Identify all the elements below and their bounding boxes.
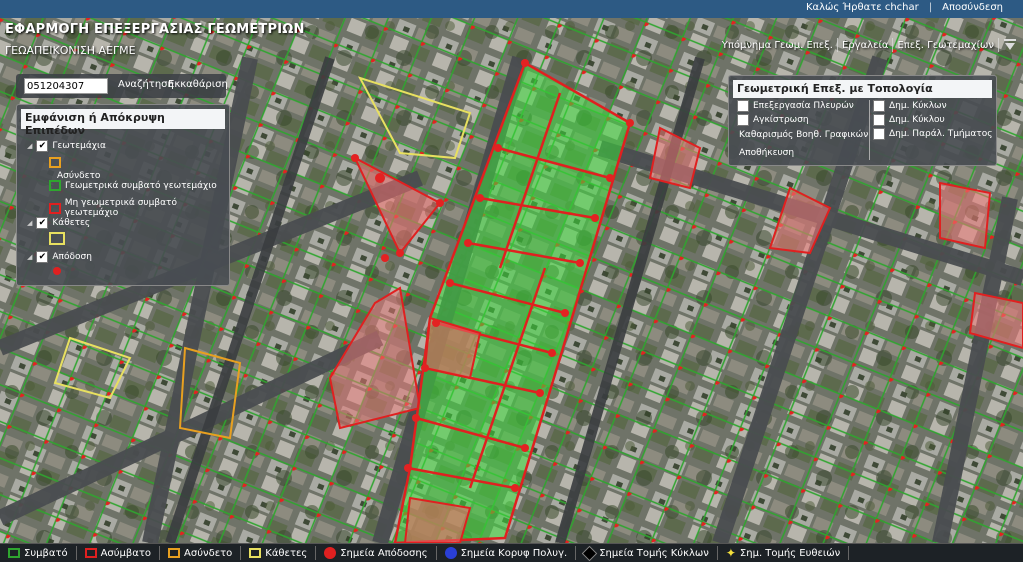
option-label: Επεξεργασία Πλευρών (753, 101, 854, 111)
layer-checkbox[interactable]: ✔ (36, 140, 49, 152)
top-bar: Καλώς Ήρθατε chchar | Αποσύνδεση (0, 0, 1023, 19)
option-label: Καθαρισμός Βοηθ. Γραφικών (739, 130, 869, 140)
menu-legend[interactable]: Υπόμνημα Γεωμ. Επεξ. (722, 40, 833, 51)
red-dot-icon (324, 547, 337, 559)
panel-divider (869, 100, 870, 160)
snapping-checkbox[interactable] (737, 114, 749, 126)
legend-label: Ασύνδετο (184, 547, 233, 559)
edit-edges-checkbox[interactable] (737, 100, 749, 112)
yellow-box-icon (249, 548, 262, 558)
sublayer-incompatible: Μη γεωμετρικά συμβατό γεωτεμάχιο (49, 198, 229, 218)
menu-separator (836, 38, 838, 52)
layer-group-label: Κάθετες (52, 218, 91, 228)
legend-line-intersections: ✦ Σημ. Τομής Ευθειών (718, 546, 850, 560)
topology-panel: Γεωμετρική Επεξ. με Τοπολογία Επεξεργασί… (728, 75, 997, 166)
snapping-option[interactable]: Αγκίστρωση (737, 114, 809, 126)
blue-dot-icon (444, 547, 457, 559)
legend-bar: Συμβατό Ασύμβατο Ασύνδετο Κάθετες Σημεία… (0, 543, 1023, 562)
legend-label: Κάθετες (265, 547, 308, 559)
legend-label: Σημεία Κορυφ Πολυγ. (460, 547, 568, 559)
clear-graphics-button[interactable]: Καθαρισμός Βοηθ. Γραφικών (739, 130, 868, 140)
layer-checkbox[interactable]: ✔ (36, 217, 49, 229)
option-label: Δημ. Κύκλου (889, 115, 945, 125)
option-label: Δημ. Παράλ. Τμήματος (889, 129, 993, 139)
dropdown-arrow-icon[interactable] (1003, 38, 1017, 52)
legend-vertex-points: Σημεία Κορυφ Πολυγ. (437, 546, 577, 560)
create-parallel-checkbox[interactable] (873, 128, 885, 140)
layer-group-verticals[interactable]: ◢ ✔ Κάθετες (27, 217, 90, 229)
layer-group-label: Απόδοση (52, 252, 92, 262)
layers-panel-title: Εμφάνιση ή Απόκρυψη Επιπέδων (21, 109, 225, 137)
layer-checkbox[interactable]: ✔ (36, 251, 49, 263)
search-button[interactable]: Αναζήτηση (118, 79, 174, 90)
edit-edges-option[interactable]: Επεξεργασία Πλευρών (737, 100, 854, 112)
legend-incompatible: Ασύμβατο (77, 546, 161, 560)
app-subtitle: ΓΕΩΑΠΕΙΚΟΝΙΣΗ ΑΕΓΜΕ (5, 44, 136, 57)
legend-compatible: Συμβατό (0, 546, 77, 560)
clear-button[interactable]: Εκκαθάριση (168, 79, 228, 90)
layers-panel: Εμφάνιση ή Απόκρυψη Επιπέδων ◢ ✔ Γεωτεμά… (16, 104, 230, 286)
red-dot-icon (53, 267, 61, 275)
sublayer-verticals (49, 232, 65, 245)
create-parallel-option[interactable]: Δημ. Παράλ. Τμήματος (873, 128, 993, 140)
search-input[interactable] (24, 78, 108, 94)
sublayer-label: Μη γεωμετρικά συμβατό γεωτεμάχιο (64, 198, 177, 218)
logout-link[interactable]: Αποσύνδεση (942, 2, 1003, 13)
menu-parcel-edit[interactable]: Επεξ. Γεωτεμαχίων (897, 40, 994, 51)
sublayer-unconnected (49, 157, 61, 168)
create-circle-option[interactable]: Δημ. Κύκλου (873, 114, 945, 126)
option-label: Αγκίστρωση (753, 115, 809, 125)
legend-label: Σημεία Τομής Κύκλων (599, 547, 709, 559)
option-label: Δημ. Κύκλων (889, 101, 947, 111)
menu-tools[interactable]: Εργαλεία (842, 40, 888, 51)
save-button[interactable]: Αποθήκευση (739, 148, 794, 158)
sublayer-apodosi (53, 267, 61, 275)
main-menu: Υπόμνημα Γεωμ. Επεξ. Εργαλεία Επεξ. Γεωτ… (722, 38, 1017, 52)
star-icon: ✦ (725, 546, 736, 560)
top-separator: | (928, 2, 933, 13)
layer-group-label: Γεωτεμάχια (52, 141, 106, 151)
search-bar: Αναζήτηση Εκκαθάριση (16, 74, 228, 98)
red-parcel[interactable] (939, 181, 992, 250)
sublayer-label: Γεωμετρικά συμβατό γεωτεμάχιο (65, 180, 217, 191)
sublayer-compatible: Γεωμετρικά συμβατό γεωτεμάχιο (49, 180, 217, 191)
legend-verticals: Κάθετες (241, 546, 317, 560)
option-label: Αποθήκευση (739, 148, 795, 158)
red-box-icon (84, 548, 97, 558)
legend-unconnected: Ασύνδετο (160, 546, 242, 560)
legend-label: Σημ. Τομής Ευθειών (739, 547, 841, 559)
topology-panel-title: Γεωμετρική Επεξ. με Τοπολογία (733, 80, 992, 98)
legend-circle-intersections: Σημεία Τομής Κύκλων (576, 545, 718, 561)
legend-label: Ασύμβατο (100, 547, 152, 559)
menu-separator (998, 38, 999, 52)
collapse-triangle-icon[interactable]: ◢ (27, 219, 32, 227)
green-swatch-icon (49, 180, 61, 191)
layer-group-apodosi[interactable]: ◢ ✔ Απόδοση (27, 251, 92, 263)
collapse-triangle-icon[interactable]: ◢ (27, 142, 32, 150)
welcome-text: Καλώς Ήρθατε chchar (805, 2, 919, 13)
create-circles-option[interactable]: Δημ. Κύκλων (873, 100, 947, 112)
create-circle-checkbox[interactable] (873, 114, 885, 126)
app-title: ΕΦΑΡΜΟΓΗ ΕΠΕΞΕΡΓΑΣΙΑΣ ΓΕΩΜΕΤΡΙΩΝ (5, 22, 305, 37)
legend-label: Συμβατό (24, 547, 68, 559)
orange-box-icon (168, 548, 181, 558)
menu-separator (892, 38, 894, 52)
yellow-swatch-icon (49, 232, 65, 245)
red-swatch-icon (49, 202, 61, 214)
legend-label: Σημεία Απόδοσης (340, 547, 428, 559)
orange-swatch-icon (49, 157, 61, 168)
collapse-triangle-icon[interactable]: ◢ (27, 253, 32, 261)
layer-group-parcels[interactable]: ◢ ✔ Γεωτεμάχια (27, 140, 106, 152)
black-diamond-icon (581, 545, 598, 561)
green-box-icon (8, 548, 20, 558)
legend-apodosi-points: Σημεία Απόδοσης (316, 546, 437, 560)
create-circles-checkbox[interactable] (873, 100, 885, 112)
